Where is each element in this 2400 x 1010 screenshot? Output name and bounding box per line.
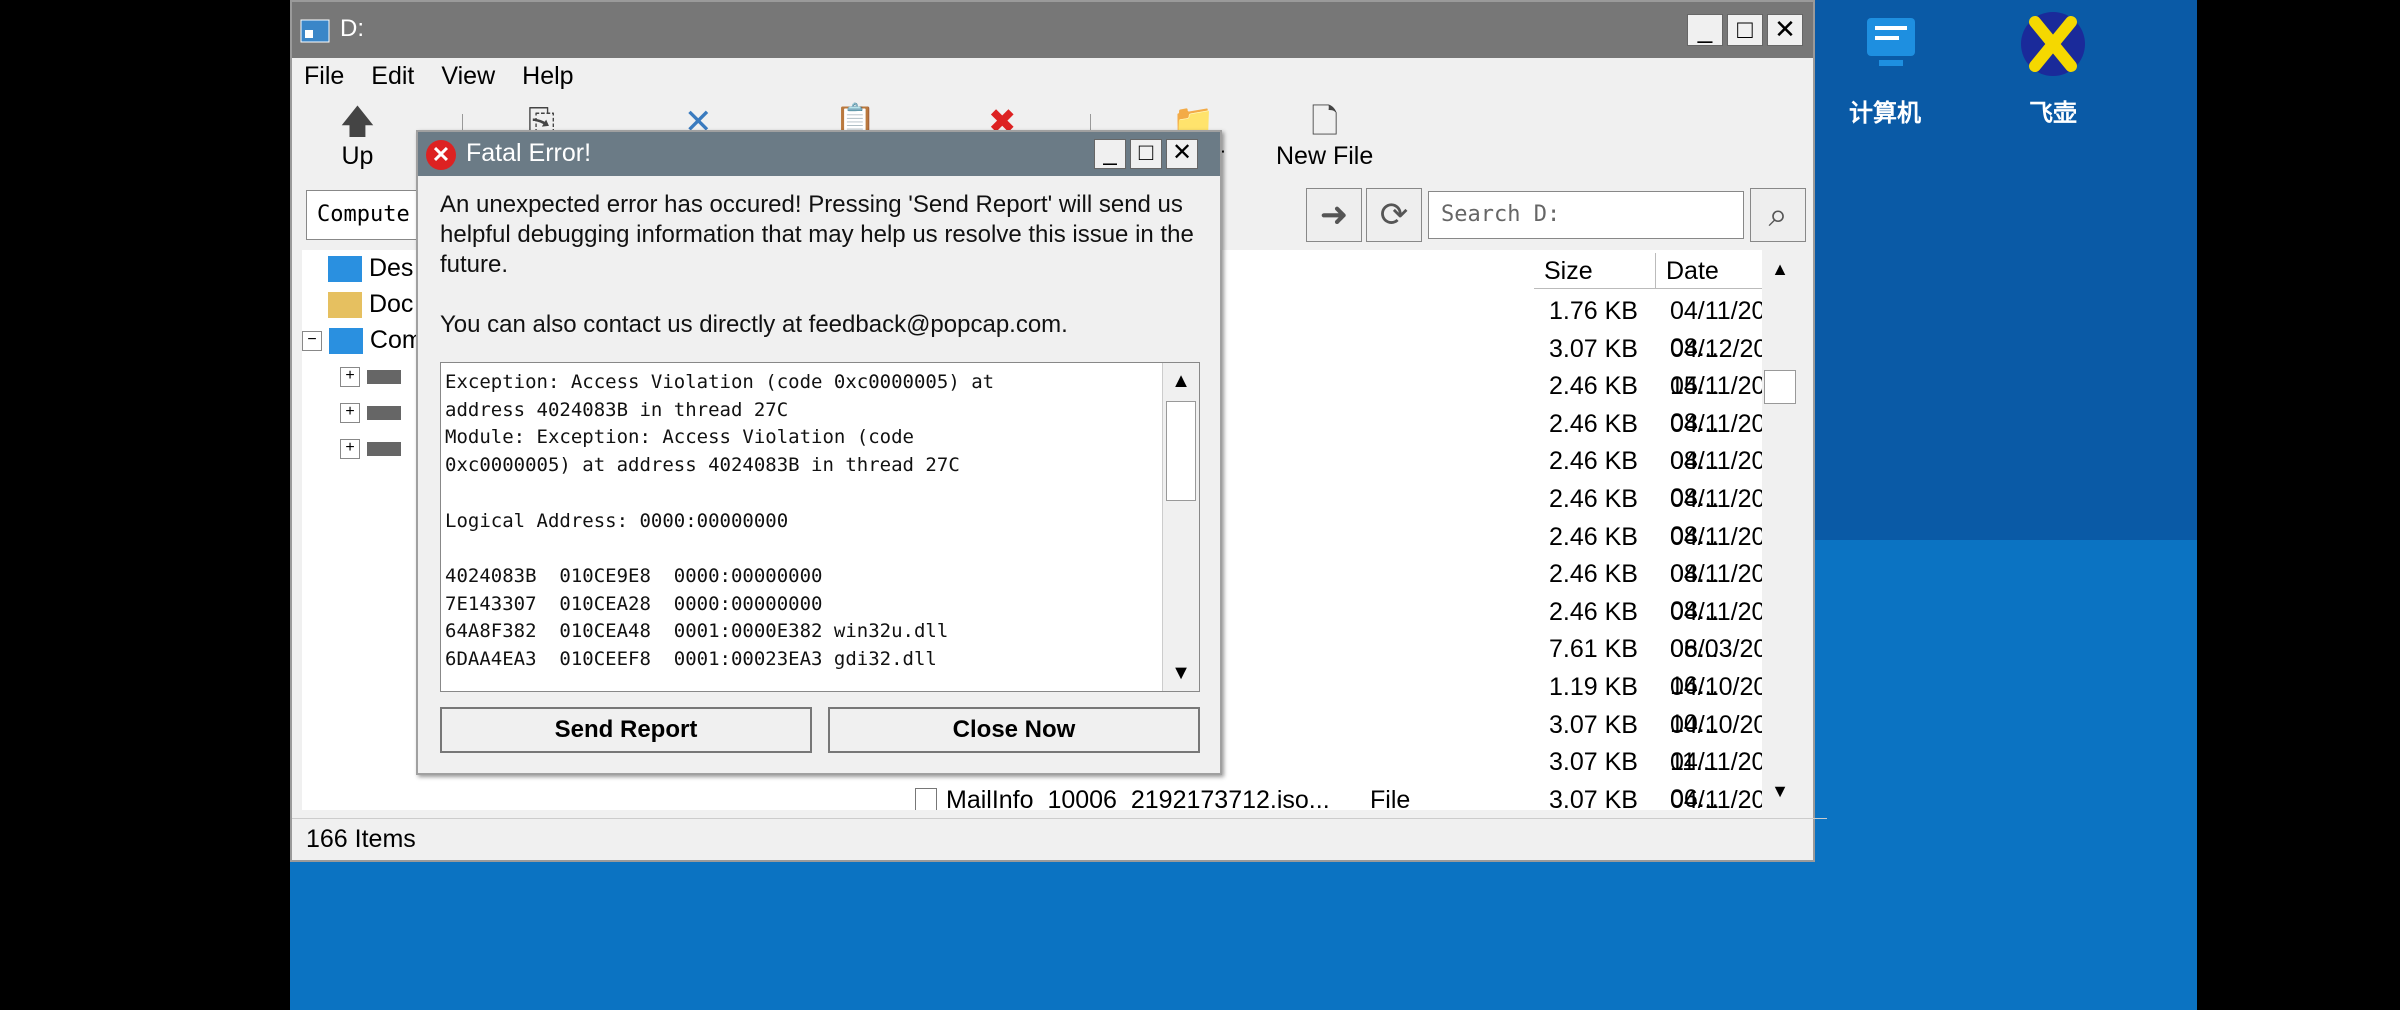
maximize-icon: □ <box>1737 14 1753 44</box>
up-label: Up <box>341 142 374 170</box>
search-button[interactable]: ⌕ <box>1750 188 1806 242</box>
tree-item-label: Com <box>369 326 423 354</box>
close-now-button[interactable]: Close Now <box>828 707 1200 753</box>
desktop-icon-feihu[interactable]: 飞壶 <box>1983 8 2123 128</box>
tree-item-drive[interactable]: + <box>340 398 401 427</box>
error-icon: ✕ <box>426 140 456 170</box>
error-message-text: An unexpected error has occured! Pressin… <box>440 191 1194 278</box>
close-icon: ✕ <box>1171 139 1193 166</box>
file-size: 2.46 KB <box>1549 372 1638 401</box>
file-size: 2.46 KB <box>1549 522 1638 551</box>
expand-toggle[interactable]: + <box>340 367 360 388</box>
search-icon: ⌕ <box>1768 196 1788 234</box>
dialog-titlebar[interactable]: ✕ Fatal Error! _ □ ✕ <box>418 132 1220 176</box>
menu-view[interactable]: View <box>441 62 495 91</box>
window-titlebar[interactable]: D: _ □ ✕ <box>292 2 1813 58</box>
desktop-icon-computer[interactable]: 计算机 <box>1815 8 1955 128</box>
refresh-button[interactable]: ⟳ <box>1366 188 1422 242</box>
file-name: MailInfo_10006_2192173712.iso... <box>946 786 1330 810</box>
stack-trace-scrollbar[interactable]: ▲ ▼ <box>1162 363 1199 691</box>
send-report-button[interactable]: Send Report <box>440 707 812 753</box>
drive-icon <box>366 370 401 385</box>
new-file-label: New File <box>1276 142 1374 170</box>
tree-item-label: Des <box>368 254 414 282</box>
file-size: 2.46 KB <box>1549 560 1638 589</box>
contact-message-text: You can also contact us directly at feed… <box>440 311 1068 338</box>
new-file-button[interactable]: 🗋 New File <box>1276 102 1373 171</box>
computer-icon <box>1867 18 1915 66</box>
file-size: 3.07 KB <box>1549 710 1638 739</box>
tree-item-desktop[interactable]: Des <box>328 254 413 283</box>
scroll-down-icon[interactable]: ▼ <box>1762 776 1798 806</box>
monitor-icon <box>328 328 363 355</box>
file-size: 2.46 KB <box>1549 409 1638 438</box>
drive-icon <box>300 19 330 43</box>
maximize-icon: □ <box>1138 139 1154 166</box>
menu-file[interactable]: File <box>304 62 344 91</box>
minimize-icon: _ <box>1103 139 1117 166</box>
collapse-toggle[interactable]: − <box>302 331 322 352</box>
dialog-maximize-button[interactable]: □ <box>1130 139 1162 169</box>
expand-toggle[interactable]: + <box>340 439 360 460</box>
minimize-icon: _ <box>1697 14 1713 44</box>
up-button[interactable]: 🡅 Up <box>340 102 375 171</box>
scroll-up-icon[interactable]: ▲ <box>1762 254 1798 284</box>
new-file-icon: 🗋 <box>1310 103 1339 141</box>
folder-icon <box>328 292 362 319</box>
maximize-button[interactable]: □ <box>1727 14 1763 46</box>
scrollbar-thumb[interactable] <box>1764 370 1796 404</box>
error-message: An unexpected error has occured! Pressin… <box>440 190 1200 340</box>
arrow-right-icon: ➜ <box>1319 196 1349 234</box>
file-size: 1.19 KB <box>1549 673 1638 701</box>
stack-trace-text: Exception: Access Violation (code 0xc000… <box>445 371 995 671</box>
column-header-size[interactable]: Size <box>1534 253 1656 289</box>
tree-item-computer[interactable]: − Com <box>302 326 423 355</box>
file-size: 1.76 KB <box>1549 297 1638 325</box>
dialog-title: Fatal Error! <box>466 139 592 167</box>
file-size: 2.46 KB <box>1549 597 1638 626</box>
file-size: 3.07 KB <box>1549 786 1638 810</box>
desktop-icon-label: 计算机 <box>1849 100 1921 127</box>
minimize-button[interactable]: _ <box>1687 14 1723 46</box>
go-button[interactable]: ➜ <box>1306 188 1362 242</box>
file-size: 3.07 KB <box>1549 334 1638 363</box>
menu-bar: File Edit View Help <box>292 58 1813 94</box>
drive-icon <box>366 406 401 421</box>
up-arrow-icon: 🡅 <box>340 103 375 141</box>
scroll-up-icon[interactable]: ▲ <box>1163 363 1199 399</box>
menu-help[interactable]: Help <box>522 62 573 91</box>
expand-toggle[interactable]: + <box>340 403 360 424</box>
monitor-icon <box>328 256 362 283</box>
fatal-error-dialog: ✕ Fatal Error! _ □ ✕ An unexpected error… <box>416 130 1222 775</box>
status-bar: 166 Items <box>292 818 1827 859</box>
tree-item-drive[interactable]: + <box>340 362 401 391</box>
file-icon <box>915 788 937 810</box>
close-icon: ✕ <box>1774 14 1796 44</box>
address-bar[interactable]: Compute <box>306 190 420 240</box>
refresh-icon: ⟳ <box>1379 196 1409 234</box>
scroll-down-icon[interactable]: ▼ <box>1163 655 1199 691</box>
menu-edit[interactable]: Edit <box>371 62 414 91</box>
tree-item-documents[interactable]: Doc <box>328 290 413 319</box>
file-row[interactable]: MailInfo_10006_2192173712.iso... File 3.… <box>602 782 1790 810</box>
file-size: 2.46 KB <box>1549 485 1638 513</box>
dialog-close-button[interactable]: ✕ <box>1166 139 1198 169</box>
search-input[interactable]: Search D: <box>1428 191 1744 239</box>
stack-trace-box[interactable]: Exception: Access Violation (code 0xc000… <box>440 362 1200 692</box>
drive-icon <box>366 442 401 457</box>
file-size: 7.61 KB <box>1549 635 1638 664</box>
scrollbar-thumb[interactable] <box>1166 401 1196 501</box>
tree-item-label: Doc <box>368 290 414 318</box>
file-type: File <box>1370 786 1411 810</box>
tree-item-drive[interactable]: + <box>340 434 401 463</box>
window-title: D: <box>340 15 364 42</box>
file-list-scrollbar[interactable]: ▲ ▼ <box>1762 250 1798 810</box>
file-size: 2.46 KB <box>1549 447 1638 476</box>
file-size: 3.07 KB <box>1549 748 1638 777</box>
dialog-minimize-button[interactable]: _ <box>1094 139 1126 169</box>
desktop-icon-label: 飞壶 <box>2029 100 2077 127</box>
close-button[interactable]: ✕ <box>1767 14 1803 46</box>
feihu-app-icon <box>2021 12 2085 76</box>
